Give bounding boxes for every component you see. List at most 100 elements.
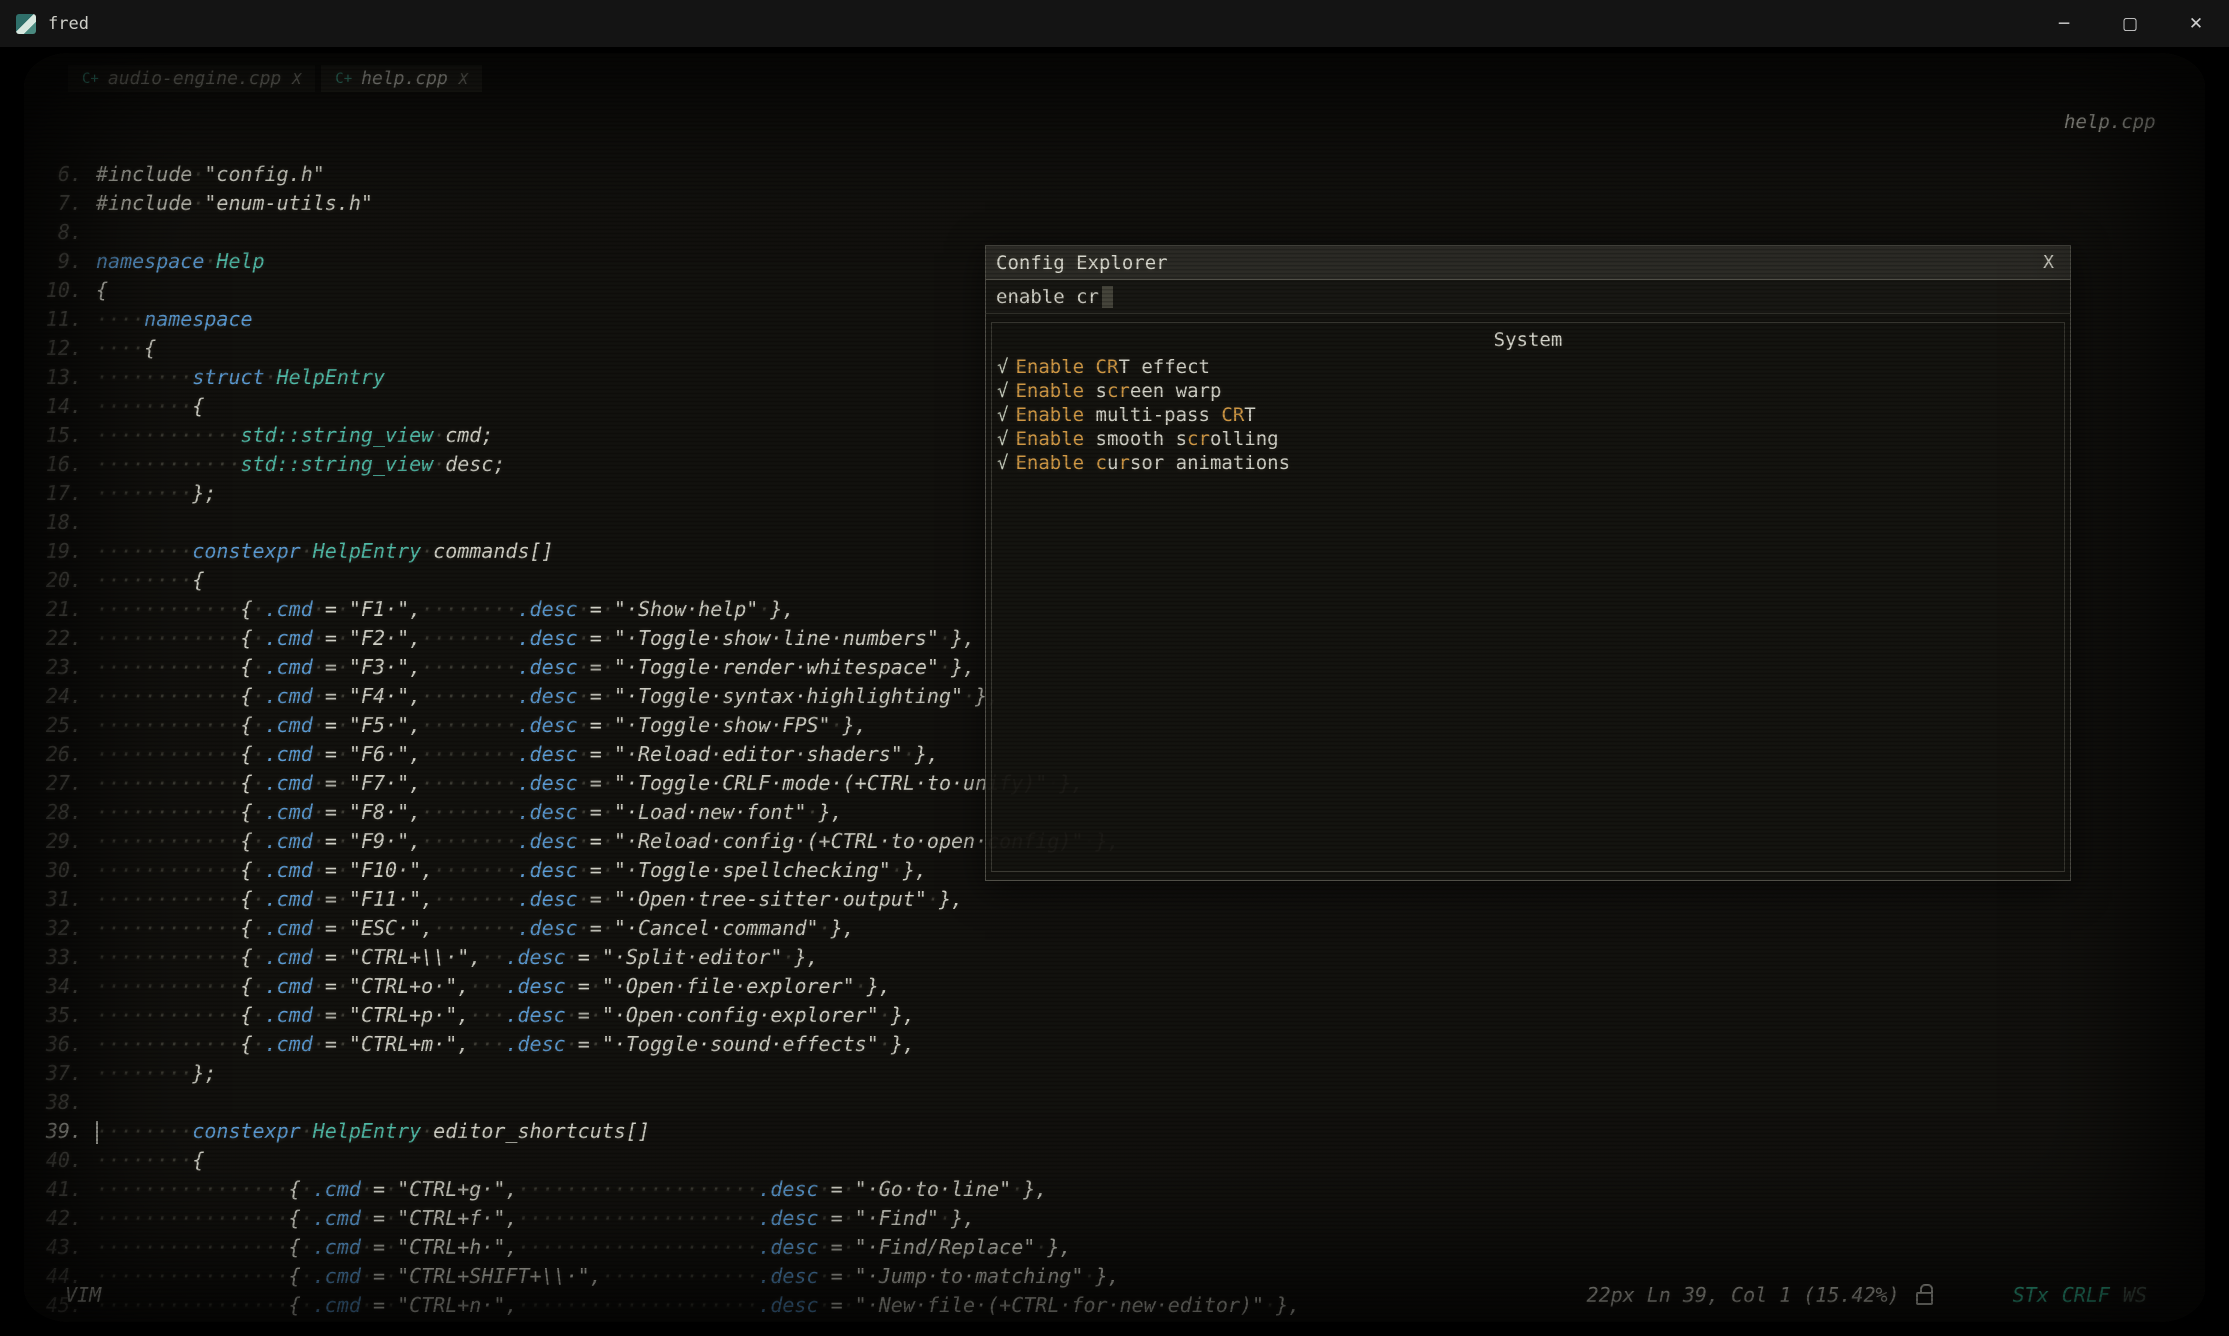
status-flags: STx CRLF WS — [2013, 1283, 2147, 1307]
code-line[interactable]: 38. — [24, 1088, 1300, 1117]
tab-label: audio-engine.cpp — [108, 68, 281, 89]
checkbox-checked-icon[interactable]: √ — [997, 404, 1008, 426]
config-explorer-close-icon[interactable]: X — [2037, 252, 2060, 273]
config-option[interactable]: √ Enable CRT effect — [992, 355, 2064, 379]
code-line[interactable]: 33.············{·.cmd·=·"CTRL+\\·",··.de… — [24, 943, 1300, 972]
code-text: ············{·.cmd·=·"CTRL+o·",···.desc·… — [96, 972, 891, 1001]
code-text: ················{·.cmd·=·"CTRL+s·",·····… — [96, 1320, 975, 1322]
checkbox-checked-icon[interactable]: √ — [997, 428, 1008, 450]
line-number: 9. — [24, 247, 82, 276]
line-number: 17. — [24, 479, 82, 508]
line-number: 10. — [24, 276, 82, 305]
line-number: 13. — [24, 363, 82, 392]
code-line[interactable]: 35. ············{·.cmd·=·"CTRL+p·",···.de… — [24, 1001, 1300, 1030]
line-number: 16. — [24, 450, 82, 479]
code-text: ············{·.cmd·=·"F10·",·······.desc… — [96, 856, 927, 885]
config-explorer-popup: Config Explorer X enable cr System √Enab… — [985, 245, 2071, 881]
code-text: ············{·.cmd·=·"CTRL+m·",···.desc·… — [96, 1030, 915, 1059]
status-right-group: 22px Ln 39, Col 1 (15.42%) STxCRLFWS — [1587, 1283, 2205, 1307]
status-flag-stx: STx — [2013, 1283, 2049, 1307]
line-number: 38. — [24, 1088, 82, 1117]
code-line[interactable]: 37.········}; — [24, 1059, 1300, 1088]
checkbox-checked-icon[interactable]: √ — [997, 380, 1008, 402]
line-number: 19. — [24, 537, 82, 566]
line-number: 8. — [24, 218, 82, 247]
config-option-label: Enable smooth scrolling — [1015, 428, 1278, 450]
line-number: 29. — [24, 827, 82, 856]
config-explorer-titlebar[interactable]: Config Explorer X — [986, 246, 2070, 280]
code-text: ············std::string_view·desc; — [96, 450, 505, 479]
config-option[interactable]: √Enable screen warp — [992, 379, 2064, 403]
line-number: 20. — [24, 566, 82, 595]
line-number: 35. — [24, 1001, 82, 1030]
code-line[interactable]: 6.#include·"config.h" — [24, 160, 1300, 189]
line-number: 22. — [24, 624, 82, 653]
code-line[interactable]: 36. ············{·.cmd·=·"CTRL+m·",···.de… — [24, 1030, 1300, 1059]
code-text: ········struct·HelpEntry — [96, 363, 385, 392]
code-line[interactable]: 39.········constexpr·HelpEntry·editor_sh… — [24, 1117, 1300, 1146]
code-line[interactable]: 32.············{·.cmd·=·"ESC·",·······.d… — [24, 914, 1300, 943]
line-number: 41. — [24, 1175, 82, 1204]
status-flag-ws: WS — [2123, 1283, 2147, 1307]
line-number: 32. — [24, 914, 82, 943]
code-line[interactable]: 8. — [24, 218, 1300, 247]
tab-close-icon[interactable]: X — [459, 70, 468, 88]
config-search-input[interactable]: enable cr — [986, 280, 2070, 314]
code-line[interactable]: 43.················{·.cmd·=·"CTRL+h·",··… — [24, 1233, 1300, 1262]
code-line[interactable]: 46.················{·.cmd·=·"CTRL+s·",··… — [24, 1320, 1300, 1322]
code-line[interactable]: 34.············{·.cmd·=·"CTRL+o·",···.de… — [24, 972, 1300, 1001]
code-line[interactable]: 42.················{·.cmd·=·"CTRL+f·",··… — [24, 1204, 1300, 1233]
config-options-panel: System √ Enable CRT effect√Enable screen … — [991, 322, 2065, 872]
tab-help-cpp[interactable]: C+ help.cpp X — [321, 65, 482, 92]
tab-audio-engine-cpp[interactable]: C+ audio-engine.cpp X — [68, 65, 315, 92]
code-text: ········{ — [96, 1146, 204, 1175]
code-text: ········}; — [96, 1059, 216, 1088]
code-text: ············{·.cmd·=·"F6·",········.desc… — [96, 740, 939, 769]
line-number: 26. — [24, 740, 82, 769]
line-number: 28. — [24, 798, 82, 827]
code-text: #include·"config.h" — [96, 160, 325, 189]
config-explorer-title: Config Explorer — [996, 252, 1168, 274]
config-option-label: Enable CRT effect — [1015, 356, 1210, 378]
code-text: ············{·.cmd·=·"F11·",·······.desc… — [96, 885, 963, 914]
code-text: ················{·.cmd·=·"CTRL+g·",·····… — [96, 1175, 1047, 1204]
tab-close-icon[interactable]: X — [292, 70, 301, 88]
code-text: ············{·.cmd·=·"F8·",········.desc… — [96, 798, 843, 827]
tab-bar: C+ audio-engine.cpp X C+ help.cpp X — [68, 65, 482, 92]
code-text: ········}; — [96, 479, 216, 508]
line-number: 43. — [24, 1233, 82, 1262]
line-number: 18. — [24, 508, 82, 537]
line-number: 24. — [24, 682, 82, 711]
line-number: 30. — [24, 856, 82, 885]
checkbox-checked-icon[interactable]: √ — [997, 356, 1008, 378]
checkbox-checked-icon[interactable]: √ — [997, 452, 1008, 474]
minimize-button[interactable]: ─ — [2031, 0, 2097, 47]
code-line[interactable]: 7. #include·"enum-utils.h" — [24, 189, 1300, 218]
line-number: 36. — [24, 1030, 82, 1059]
line-number: 21. — [24, 595, 82, 624]
code-line[interactable]: 41. ················{·.cmd·=·"CTRL+g·",··… — [24, 1175, 1300, 1204]
code-text: ············{·.cmd·=·"F9·",········.desc… — [96, 827, 1120, 856]
config-option[interactable]: √Enable cursor animations — [992, 451, 2064, 475]
editor-screen: C+ audio-engine.cpp X C+ help.cpp X help… — [24, 53, 2205, 1322]
cpp-file-icon: C+ — [335, 71, 352, 87]
close-button[interactable]: ✕ — [2163, 0, 2229, 47]
line-number: 15. — [24, 421, 82, 450]
code-text: ············{·.cmd·=·"F7·",········.desc… — [96, 769, 1083, 798]
code-line[interactable]: 40. ········{ — [24, 1146, 1300, 1175]
code-text: ············{·.cmd·=·"CTRL+p·",···.desc·… — [96, 1001, 915, 1030]
code-text: { — [96, 276, 108, 305]
line-number: 11. — [24, 305, 82, 334]
config-option[interactable]: √Enable multi-pass CRT — [992, 403, 2064, 427]
code-text: #include·"enum-utils.h" — [96, 189, 373, 218]
maximize-button[interactable]: ▢ — [2097, 0, 2163, 47]
status-flag-crlf: CRLF — [2062, 1283, 2110, 1307]
config-option[interactable]: √ Enable smooth scrolling — [992, 427, 2064, 451]
code-line[interactable]: 31.············{·.cmd·=·"F11·",·······.d… — [24, 885, 1300, 914]
window-title: fred — [48, 14, 89, 34]
config-section-header: System — [992, 329, 2064, 351]
tab-label: help.cpp — [361, 68, 448, 89]
code-text: namespace·Help — [96, 247, 265, 276]
line-number: 7. — [24, 189, 82, 218]
line-number: 40. — [24, 1146, 82, 1175]
